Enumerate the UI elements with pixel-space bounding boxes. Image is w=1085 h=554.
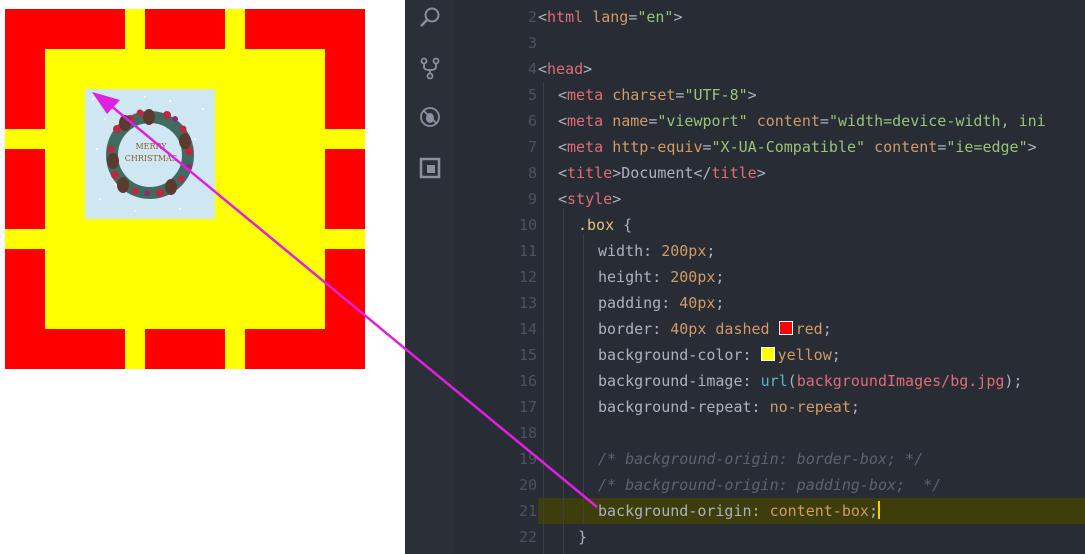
code-text: background-repeat: no-repeat; <box>598 398 860 416</box>
code-line: 3 <box>455 30 1085 56</box>
line-number: 14 <box>518 320 537 338</box>
line-number: 22 <box>518 528 537 546</box>
code-line: 4 <head> <box>455 56 1085 82</box>
border-dash <box>325 9 365 129</box>
border-dash <box>145 329 225 369</box>
background-image-wreath: MERRY CHRISTMAS <box>85 89 215 219</box>
code-line: 17 background-repeat: no-repeat; <box>455 394 1085 420</box>
code-text: <head> <box>538 60 593 78</box>
code-line: 19 /* background-origin: border-box; */ <box>455 446 1085 472</box>
line-number: 8 <box>527 164 537 182</box>
image-text-line2: CHRISTMAS <box>125 154 178 163</box>
code-line: 2 <html lang="en"> <box>455 4 1085 30</box>
code-line: 14 border: 40px dashed red; <box>455 316 1085 342</box>
image-text-line1: MERRY <box>135 142 167 151</box>
code-text: .box { <box>578 216 633 234</box>
code-line: 12 height: 200px; <box>455 264 1085 290</box>
code-text: <meta name="viewport" content="width=dev… <box>558 112 1046 130</box>
code-line: 9 <style> <box>455 186 1085 212</box>
line-number: 16 <box>518 372 537 390</box>
code-text: background-color: yellow; <box>598 346 841 364</box>
code-line: 16 background-image: url(backgroundImage… <box>455 368 1085 394</box>
code-text: width: 200px; <box>598 242 716 260</box>
code-line: 11 width: 200px; <box>455 238 1085 264</box>
browser-preview: MERRY CHRISTMAS <box>0 0 405 554</box>
code-area[interactable]: 2 <html lang="en"> 3 4 <head> 5 <meta ch… <box>455 0 1085 554</box>
code-text: <meta http-equiv="X-UA-Compatible" conte… <box>558 138 1037 156</box>
code-line: 10 .box { <box>455 212 1085 238</box>
code-comment: /* background-origin: border-box; */ <box>598 450 924 468</box>
extensions-icon[interactable] <box>418 156 442 180</box>
code-line: 13 padding: 40px; <box>455 290 1085 316</box>
border-dash <box>325 249 365 369</box>
search-icon[interactable] <box>418 5 442 29</box>
code-line: 15 background-color: yellow; <box>455 342 1085 368</box>
line-number: 11 <box>518 242 537 260</box>
line-number: 15 <box>518 346 537 364</box>
code-line: 5 <meta charset="UTF-8"> <box>455 82 1085 108</box>
code-line: 8 <title>Document</title> <box>455 160 1085 186</box>
source-control-icon[interactable] <box>418 56 442 80</box>
color-swatch-yellow[interactable] <box>760 347 775 361</box>
code-text: background-image: url(backgroundImages/b… <box>598 372 1023 390</box>
line-number: 2 <box>527 8 537 26</box>
line-number: 6 <box>527 112 537 130</box>
debug-icon[interactable] <box>418 105 442 129</box>
code-text: border: 40px dashed red; <box>598 320 832 338</box>
line-number: 17 <box>518 398 537 416</box>
line-number: 10 <box>518 216 537 234</box>
code-text: <meta charset="UTF-8"> <box>558 86 757 104</box>
text-cursor <box>877 501 880 519</box>
code-line: 7 <meta http-equiv="X-UA-Compatible" con… <box>455 134 1085 160</box>
border-dash <box>5 249 45 369</box>
line-number: 12 <box>518 268 537 286</box>
code-text: <title>Document</title> <box>558 164 766 182</box>
code-text: <style> <box>558 190 622 208</box>
code-line: 6 <meta name="viewport" content="width=d… <box>455 108 1085 134</box>
code-text: height: 200px; <box>598 268 725 286</box>
border-dash <box>145 9 225 49</box>
code-text: <html lang="en"> <box>538 8 683 26</box>
activity-bar <box>405 0 455 554</box>
code-line: 18 <box>455 420 1085 446</box>
wreath-illustration: MERRY CHRISTMAS <box>85 89 215 219</box>
code-comment: /* background-origin: padding-box; */ <box>598 476 942 494</box>
line-number: 13 <box>518 294 537 312</box>
line-number: 5 <box>527 86 537 104</box>
color-swatch-red[interactable] <box>778 321 793 335</box>
line-number: 19 <box>518 450 537 468</box>
code-line-active: 21 background-origin: content-box; <box>455 498 1085 524</box>
line-number: 4 <box>527 60 537 78</box>
line-number: 18 <box>518 424 537 442</box>
border-dash <box>5 9 45 129</box>
code-text: padding: 40px; <box>598 294 725 312</box>
code-text: } <box>578 528 588 546</box>
code-editor: 2 <html lang="en"> 3 4 <head> 5 <meta ch… <box>405 0 1085 554</box>
line-number: 20 <box>518 476 537 494</box>
code-line: 22 } <box>455 524 1085 550</box>
line-number: 21 <box>518 502 537 520</box>
code-line: 20 /* background-origin: padding-box; */ <box>455 472 1085 498</box>
line-number: 9 <box>527 190 537 208</box>
code-text: background-origin: content-box; <box>598 501 880 520</box>
border-dash <box>325 149 365 229</box>
line-number: 3 <box>527 34 537 52</box>
line-number: 7 <box>527 138 537 156</box>
border-dash <box>5 149 45 229</box>
